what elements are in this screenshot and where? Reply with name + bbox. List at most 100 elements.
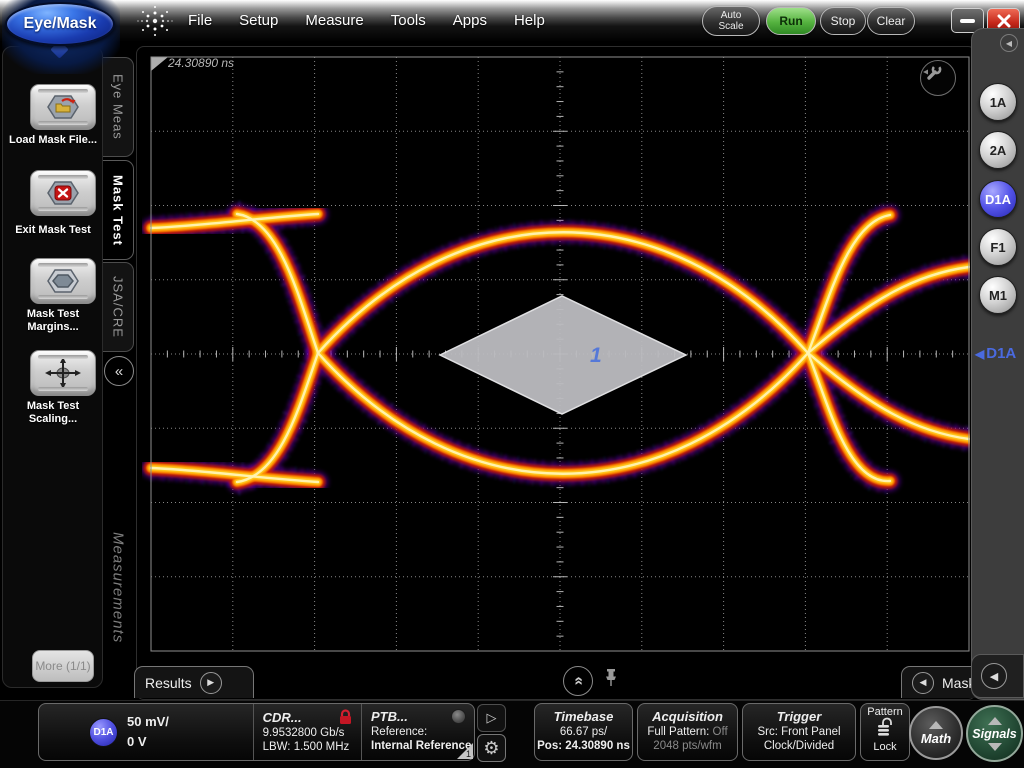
tab-jsa-cre-label: JSA/CRE [111, 276, 126, 338]
ptb-title: PTB... [371, 709, 408, 724]
timebase-reference-label: 24.30890 ns [168, 56, 234, 70]
pattern-lock-panel[interactable]: Pattern Lock [860, 703, 910, 761]
d1a-level-marker: ◀ D1A [975, 345, 1016, 362]
menu-tools[interactable]: Tools [391, 12, 426, 29]
timebase-panel[interactable]: Timebase 66.67 ps/ Pos: 24.30890 ns [534, 703, 633, 761]
exit-mask-test-icon [46, 178, 80, 208]
full-pattern-value: Off [713, 726, 728, 738]
panel-collapse-icon[interactable]: ◀ [1000, 34, 1018, 52]
run-button[interactable]: Run [766, 7, 816, 35]
tab-mask-test[interactable]: Mask Test [103, 160, 134, 260]
cdr-lock-icon [338, 709, 353, 725]
load-mask-file-icon [46, 92, 80, 122]
results-tab[interactable]: Results ▶ [134, 666, 254, 698]
cdr-lbw-value: LBW: 1.500 MHz [263, 741, 353, 753]
mask-test-margins-label: Mask Test Margins... [4, 308, 102, 334]
spark-logo-icon [136, 2, 174, 40]
play-button[interactable]: ▷ [477, 704, 506, 732]
auto-scale-button[interactable]: Auto Scale [702, 6, 760, 36]
math-label: Math [921, 731, 951, 746]
menu-measure[interactable]: Measure [305, 12, 363, 29]
exit-mask-test-button[interactable] [30, 170, 96, 216]
mask-test-margins-icon [46, 266, 80, 296]
signals-label: Signals [972, 727, 1016, 741]
tab-mask-test-label: Mask Test [111, 175, 126, 246]
svg-text:1: 1 [590, 344, 602, 367]
full-pattern-label: Full Pattern: [647, 726, 709, 738]
auto-scale-label-2: Scale [718, 21, 743, 32]
exit-mask-test-label: Exit Mask Test [4, 224, 102, 237]
minimize-icon [960, 19, 975, 23]
signals-up-arrow-icon [988, 717, 1002, 725]
measurements-section-label: Measurements [103, 500, 133, 675]
page-number: 1 [466, 749, 471, 759]
eye-mask-mode-badge[interactable]: Eye/Mask [5, 2, 115, 46]
math-button[interactable]: Math [909, 706, 963, 760]
cdr-rate-value: 9.9532800 Gb/s [263, 727, 353, 739]
trigger-source-value: Src: Front Panel [743, 726, 855, 738]
trigger-mode-value: Clock/Divided [743, 740, 855, 752]
pattern-lock-bottom-label: Lock [861, 741, 909, 753]
signals-down-arrow-icon [988, 743, 1002, 751]
marker-arrow-icon: ◀ [975, 347, 984, 361]
channel-info-panel[interactable]: D1A 50 mV/ 0 V CDR... 9.9532800 Gb/s LBW… [38, 703, 475, 761]
results-tab-label: Results [145, 675, 192, 691]
channel-scale-section[interactable]: D1A 50 mV/ 0 V [39, 704, 253, 760]
mask-test-scaling-button[interactable] [30, 350, 96, 396]
clear-button[interactable]: Clear [867, 7, 915, 35]
double-chevron-up-icon: « [569, 677, 587, 686]
ptb-section[interactable]: PTB... Reference: Internal Reference 1 [361, 704, 474, 760]
right-panel-footer: ◀ [971, 654, 1024, 698]
settings-gear-button[interactable]: ⚙ [477, 734, 506, 762]
measurements-text: Measurements [110, 532, 127, 643]
math-up-arrow-icon [929, 721, 943, 729]
mask-test-margins-button[interactable] [30, 258, 96, 304]
cdr-title: CDR... [263, 710, 302, 725]
expand-panel-button[interactable]: « [563, 666, 593, 696]
pattern-unlock-icon [874, 717, 896, 737]
tab-eye-meas-label: Eye Meas [111, 74, 126, 140]
mode-label: Eye/Mask [24, 15, 97, 33]
marker-label: D1A [986, 345, 1016, 362]
timebase-position-value: Pos: 24.30890 ns [535, 740, 632, 752]
ptb-reference-value: Internal Reference [371, 740, 466, 752]
channel-offset-value: 0 V [127, 734, 147, 749]
expand-results-icon[interactable]: ▶ [200, 672, 222, 694]
trigger-title: Trigger [743, 709, 855, 724]
status-bar: D1A 50 mV/ 0 V CDR... 9.9532800 Gb/s LBW… [0, 700, 1024, 768]
menu-help[interactable]: Help [514, 12, 545, 29]
more-button[interactable]: More (1/1) [32, 650, 94, 682]
channel-1a-button[interactable]: 1A [979, 83, 1017, 121]
signals-button[interactable]: Signals [966, 705, 1023, 762]
ptb-reference-label: Reference: [371, 726, 466, 738]
collapse-mask-test-icon[interactable]: ◀ [912, 672, 934, 694]
collapse-sidebar-button[interactable]: « [104, 356, 134, 386]
eye-diagram: 1 [142, 50, 970, 660]
cdr-section[interactable]: CDR... 9.9532800 Gb/s LBW: 1.500 MHz [253, 704, 361, 760]
d1a-channel-badge: D1A [89, 718, 118, 747]
mask-test-scaling-icon [45, 357, 81, 389]
eye-diagram-display[interactable]: 1 24.30890 ns [142, 50, 970, 660]
acquisition-panel[interactable]: Acquisition Full Pattern: Off 2048 pts/w… [637, 703, 738, 761]
close-icon [997, 14, 1011, 28]
main-menu: File Setup Measure Tools Apps Help [188, 0, 545, 40]
channel-m1-button[interactable]: M1 [979, 276, 1017, 314]
tab-jsa-cre[interactable]: JSA/CRE [103, 262, 134, 352]
menu-apps[interactable]: Apps [453, 12, 487, 29]
display-setup-button[interactable] [920, 60, 956, 96]
channel-2a-button[interactable]: 2A [979, 131, 1017, 169]
load-mask-file-label: Load Mask File... [4, 134, 102, 147]
load-mask-file-button[interactable] [30, 84, 96, 130]
auto-scale-label-1: Auto [721, 10, 742, 21]
pin-icon[interactable] [603, 669, 619, 687]
channel-d1a-button[interactable]: D1A [979, 180, 1017, 218]
channel-scale-value: 50 mV/ [127, 714, 169, 729]
slide-left-icon[interactable]: ◀ [981, 663, 1007, 689]
menu-file[interactable]: File [188, 12, 212, 29]
acquisition-title: Acquisition [638, 709, 737, 724]
menu-setup[interactable]: Setup [239, 12, 278, 29]
trigger-panel[interactable]: Trigger Src: Front Panel Clock/Divided [742, 703, 856, 761]
stop-button[interactable]: Stop [820, 7, 866, 35]
points-per-wfm-value: 2048 pts/wfm [638, 740, 737, 752]
channel-f1-button[interactable]: F1 [979, 228, 1017, 266]
